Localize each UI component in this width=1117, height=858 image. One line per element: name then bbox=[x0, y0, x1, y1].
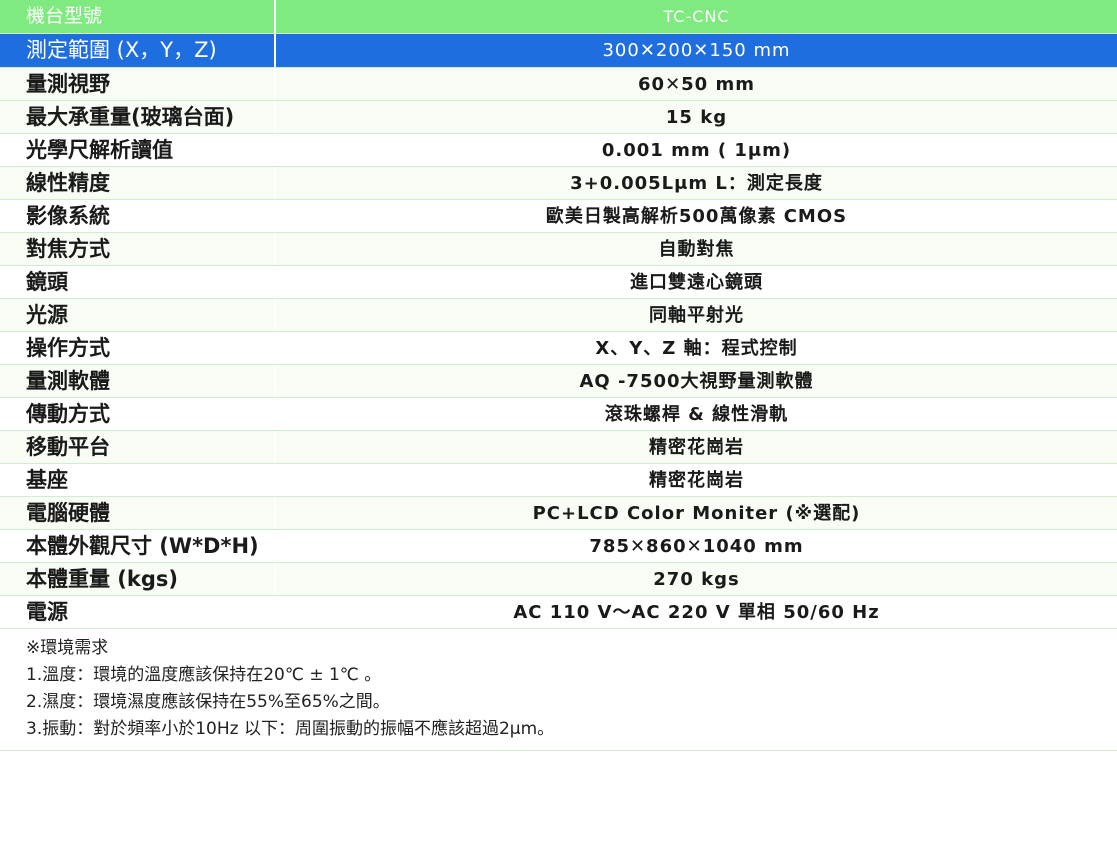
spec-row: 操作方式 X、Y、Z 軸：程式控制 bbox=[0, 332, 1117, 365]
spec-value: 精密花崗岩 bbox=[649, 470, 744, 491]
spec-value: 精密花崗岩 bbox=[649, 437, 744, 458]
spec-row: 電腦硬體 PC+LCD Color Moniter (※選配) bbox=[0, 497, 1117, 530]
spec-value: 270 kgs bbox=[653, 569, 740, 590]
spec-value: 3+0.005Lμm L：測定長度 bbox=[570, 173, 823, 194]
spec-row: 線性精度 3+0.005Lμm L：測定長度 bbox=[0, 167, 1117, 200]
spec-row-measure-range[interactable]: 測定範圍 (X，Y，Z) 300✕200✕150 mm bbox=[0, 34, 1117, 68]
spec-row: 本體重量 (kgs) 270 kgs bbox=[0, 563, 1117, 596]
spec-label: 量測視野 bbox=[0, 68, 276, 100]
spec-label: 操作方式 bbox=[0, 332, 276, 364]
spec-label: 傳動方式 bbox=[0, 398, 276, 430]
spec-value: 60✕50 mm bbox=[638, 74, 755, 95]
spec-label: 光源 bbox=[0, 299, 276, 331]
spec-value: 同軸平射光 bbox=[649, 305, 744, 326]
spec-label: 最大承重量(玻璃台面) bbox=[0, 101, 276, 133]
spec-label: 本體外觀尺寸 (W*D*H) bbox=[0, 530, 276, 562]
spec-value: 進口雙遠心鏡頭 bbox=[630, 272, 763, 293]
note-line: 1.溫度：環境的溫度應該保持在20℃ ± 1℃ 。 bbox=[26, 665, 382, 685]
spec-row: 最大承重量(玻璃台面) 15 kg bbox=[0, 101, 1117, 134]
spec-value: AQ -7500大視野量測軟體 bbox=[579, 371, 814, 392]
spec-label: 移動平台 bbox=[0, 431, 276, 463]
spec-row: 光源 同軸平射光 bbox=[0, 299, 1117, 332]
environment-notes: ※環境需求 1.溫度：環境的溫度應該保持在20℃ ± 1℃ 。 2.濕度：環境濕… bbox=[0, 629, 1117, 751]
note-line: 3.振動：對於頻率小於10Hz 以下：周圍振動的振幅不應該超過2μm。 bbox=[26, 719, 555, 739]
header-value: TC-CNC bbox=[663, 7, 730, 26]
spec-value: 歐美日製高解析500萬像素 CMOS bbox=[545, 206, 848, 227]
spec-value: AC 110 V～AC 220 V 單相 50/60 Hz bbox=[513, 602, 880, 623]
spec-label: 量測軟體 bbox=[0, 365, 276, 397]
spec-label: 影像系統 bbox=[0, 200, 276, 232]
spec-value: 滾珠螺桿 & 線性滑軌 bbox=[604, 404, 789, 425]
spec-label: 電源 bbox=[0, 596, 276, 628]
spec-row: 基座 精密花崗岩 bbox=[0, 464, 1117, 497]
spec-label: 鏡頭 bbox=[0, 266, 276, 298]
spec-row: 影像系統 歐美日製高解析500萬像素 CMOS bbox=[0, 200, 1117, 233]
spec-value: 0.001 mm ( 1μm) bbox=[601, 140, 792, 161]
spec-row: 移動平台 精密花崗岩 bbox=[0, 431, 1117, 464]
spec-row: 量測軟體 AQ -7500大視野量測軟體 bbox=[0, 365, 1117, 398]
spec-row: 對焦方式 自動對焦 bbox=[0, 233, 1117, 266]
spec-label: 測定範圍 (X，Y，Z) bbox=[0, 34, 276, 67]
spec-value: 15 kg bbox=[665, 107, 728, 128]
spec-label: 線性精度 bbox=[0, 167, 276, 199]
spec-label: 電腦硬體 bbox=[0, 497, 276, 529]
spec-value: 785✕860✕1040 mm bbox=[589, 536, 804, 557]
spec-label: 本體重量 (kgs) bbox=[0, 563, 276, 595]
spec-row: 傳動方式 滾珠螺桿 & 線性滑軌 bbox=[0, 398, 1117, 431]
spec-row: 本體外觀尺寸 (W*D*H) 785✕860✕1040 mm bbox=[0, 530, 1117, 563]
spec-row: 電源 AC 110 V～AC 220 V 單相 50/60 Hz bbox=[0, 596, 1117, 629]
header-label: 機台型號 bbox=[0, 0, 276, 33]
spec-value: PC+LCD Color Moniter (※選配) bbox=[532, 503, 861, 524]
spec-label: 對焦方式 bbox=[0, 233, 276, 265]
spec-label: 基座 bbox=[0, 464, 276, 496]
spec-value: 自動對焦 bbox=[658, 239, 735, 260]
note-line: 2.濕度：環境濕度應該保持在55%至65%之間。 bbox=[26, 692, 390, 712]
notes-title: ※環境需求 bbox=[26, 638, 109, 658]
spec-header-row: 機台型號 TC-CNC bbox=[0, 0, 1117, 34]
spec-row: 光學尺解析讀值 0.001 mm ( 1μm) bbox=[0, 134, 1117, 167]
spec-label: 光學尺解析讀值 bbox=[0, 134, 276, 166]
spec-value: X、Y、Z 軸：程式控制 bbox=[595, 338, 798, 359]
spec-sheet: 機台型號 TC-CNC 測定範圍 (X，Y，Z) 300✕200✕150 mm … bbox=[0, 0, 1117, 751]
spec-value: 300✕200✕150 mm bbox=[276, 34, 1117, 67]
spec-row: 鏡頭 進口雙遠心鏡頭 bbox=[0, 266, 1117, 299]
spec-row: 量測視野 60✕50 mm bbox=[0, 68, 1117, 101]
